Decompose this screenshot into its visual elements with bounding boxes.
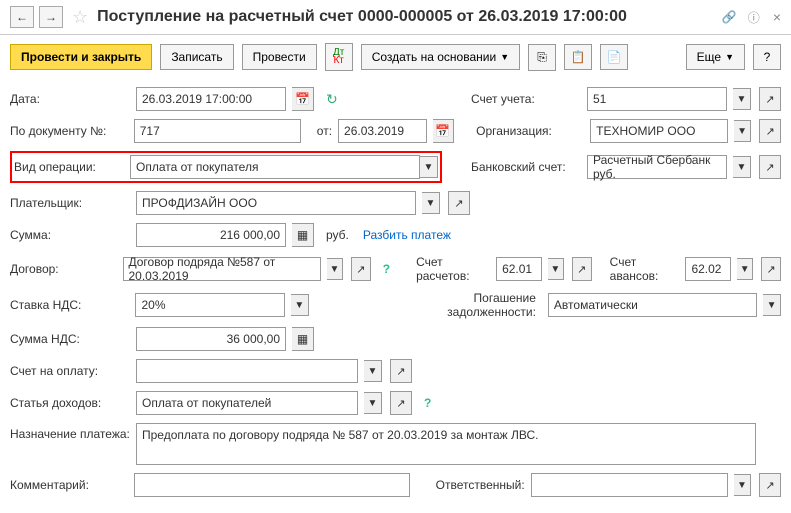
- rub-label: руб.: [326, 228, 349, 242]
- vatrate-label: Ставка НДС:: [10, 298, 129, 312]
- advance-label: Счет авансов:: [610, 255, 680, 283]
- bankacct-label: Банковский счет:: [471, 160, 581, 174]
- vatsum-label: Сумма НДС:: [10, 332, 130, 346]
- responsible-dropdown[interactable]: ▼: [734, 474, 752, 496]
- vatrate-dropdown[interactable]: ▼: [291, 294, 309, 316]
- income-help[interactable]: ?: [424, 396, 431, 410]
- account-label: Счет учета:: [471, 92, 581, 106]
- vatsum-calc-icon[interactable]: ▦: [292, 327, 314, 351]
- income-open[interactable]: ↗: [390, 391, 412, 415]
- org-label: Организация:: [476, 124, 584, 138]
- settle-dropdown[interactable]: ▼: [548, 258, 564, 280]
- income-label: Статья доходов:: [10, 396, 130, 410]
- link-icon[interactable]: 🔗: [722, 10, 737, 24]
- payer-input[interactable]: ПРОФДИЗАЙН ООО: [136, 191, 416, 215]
- date-input[interactable]: 26.03.2019 17:00:00: [136, 87, 286, 111]
- split-payment-link[interactable]: Разбить платеж: [363, 228, 451, 242]
- payer-dropdown[interactable]: ▼: [422, 192, 440, 214]
- sum-label: Сумма:: [10, 228, 130, 242]
- org-dropdown[interactable]: ▼: [734, 120, 752, 142]
- close-icon[interactable]: ×: [773, 9, 781, 25]
- responsible-input[interactable]: [531, 473, 728, 497]
- reload-icon[interactable]: ↻: [326, 91, 338, 108]
- bankacct-dropdown[interactable]: ▼: [733, 156, 751, 178]
- submit-close-button[interactable]: Провести и закрыть: [10, 44, 152, 70]
- payer-label: Плательщик:: [10, 196, 130, 210]
- save-button[interactable]: Записать: [160, 44, 233, 70]
- bankacct-input[interactable]: Расчетный Сбербанк руб.: [587, 155, 727, 179]
- advance-open[interactable]: ↗: [761, 257, 781, 281]
- star-icon[interactable]: ☆: [72, 7, 88, 28]
- docdate-calendar-icon[interactable]: 📅: [433, 119, 455, 143]
- comment-input[interactable]: [134, 473, 410, 497]
- vatrate-input[interactable]: 20%: [135, 293, 284, 317]
- settle-open[interactable]: ↗: [572, 257, 592, 281]
- contract-label: Договор:: [10, 262, 117, 276]
- debtrepay-input[interactable]: Автоматически: [548, 293, 757, 317]
- attach-icon[interactable]: ⓘ: [748, 9, 760, 26]
- from-label: от:: [317, 124, 332, 138]
- bankacct-open[interactable]: ↗: [759, 155, 781, 179]
- responsible-label: Ответственный:: [436, 478, 525, 492]
- contract-dropdown[interactable]: ▼: [327, 258, 343, 280]
- tool2-button[interactable]: 📋: [564, 44, 592, 70]
- purpose-input[interactable]: Предоплата по договору подряда № 587 от …: [136, 423, 756, 465]
- purpose-label: Назначение платежа:: [10, 423, 130, 441]
- date-label: Дата:: [10, 92, 130, 106]
- docno-label: По документу №:: [10, 124, 128, 138]
- debtrepay-dropdown[interactable]: ▼: [763, 294, 781, 316]
- responsible-open[interactable]: ↗: [759, 473, 781, 497]
- org-input[interactable]: ТЕХНОМИР ООО: [590, 119, 728, 143]
- forward-button[interactable]: →: [39, 6, 63, 28]
- create-based-button[interactable]: Создать на основании ▼: [361, 44, 520, 70]
- help-button[interactable]: ?: [753, 44, 781, 70]
- advance-dropdown[interactable]: ▼: [737, 258, 753, 280]
- vatsum-input[interactable]: 36 000,00: [136, 327, 286, 351]
- debtrepay-label: Погашение задолженности:: [436, 291, 536, 319]
- optype-label: Вид операции:: [14, 160, 130, 174]
- optype-input[interactable]: Оплата от покупателя: [130, 155, 420, 179]
- calendar-icon[interactable]: 📅: [292, 87, 314, 111]
- docdate-input[interactable]: 26.03.2019: [338, 119, 427, 143]
- contract-open[interactable]: ↗: [351, 257, 371, 281]
- invoice-dropdown[interactable]: ▼: [364, 360, 382, 382]
- account-open[interactable]: ↗: [759, 87, 781, 111]
- invoice-open[interactable]: ↗: [390, 359, 412, 383]
- submit-button[interactable]: Провести: [242, 44, 317, 70]
- page-title: Поступление на расчетный счет 0000-00000…: [97, 8, 714, 26]
- org-open[interactable]: ↗: [759, 119, 781, 143]
- invoice-label: Счет на оплату:: [10, 364, 130, 378]
- more-button[interactable]: Еще ▼: [686, 44, 745, 70]
- income-input[interactable]: Оплата от покупателей: [136, 391, 358, 415]
- contract-input[interactable]: Договор подряда №587 от 20.03.2019: [123, 257, 321, 281]
- docno-input[interactable]: 717: [134, 119, 301, 143]
- dtkt-button[interactable]: ДтКт: [325, 43, 353, 71]
- advance-input[interactable]: 62.02: [685, 257, 731, 281]
- settle-input[interactable]: 62.01: [496, 257, 542, 281]
- comment-label: Комментарий:: [10, 478, 128, 492]
- back-button[interactable]: ←: [10, 6, 34, 28]
- income-dropdown[interactable]: ▼: [364, 392, 382, 414]
- settle-label: Счет расчетов:: [416, 255, 490, 283]
- contract-help[interactable]: ?: [383, 262, 390, 276]
- sum-input[interactable]: 216 000,00: [136, 223, 286, 247]
- sum-calc-icon[interactable]: ▦: [292, 223, 314, 247]
- payer-open[interactable]: ↗: [448, 191, 470, 215]
- account-input[interactable]: 51: [587, 87, 727, 111]
- invoice-input[interactable]: [136, 359, 358, 383]
- tool3-button[interactable]: 📄: [600, 44, 628, 70]
- optype-dropdown[interactable]: ▼: [420, 156, 438, 178]
- account-dropdown[interactable]: ▼: [733, 88, 751, 110]
- tool1-button[interactable]: ⎘: [528, 44, 556, 71]
